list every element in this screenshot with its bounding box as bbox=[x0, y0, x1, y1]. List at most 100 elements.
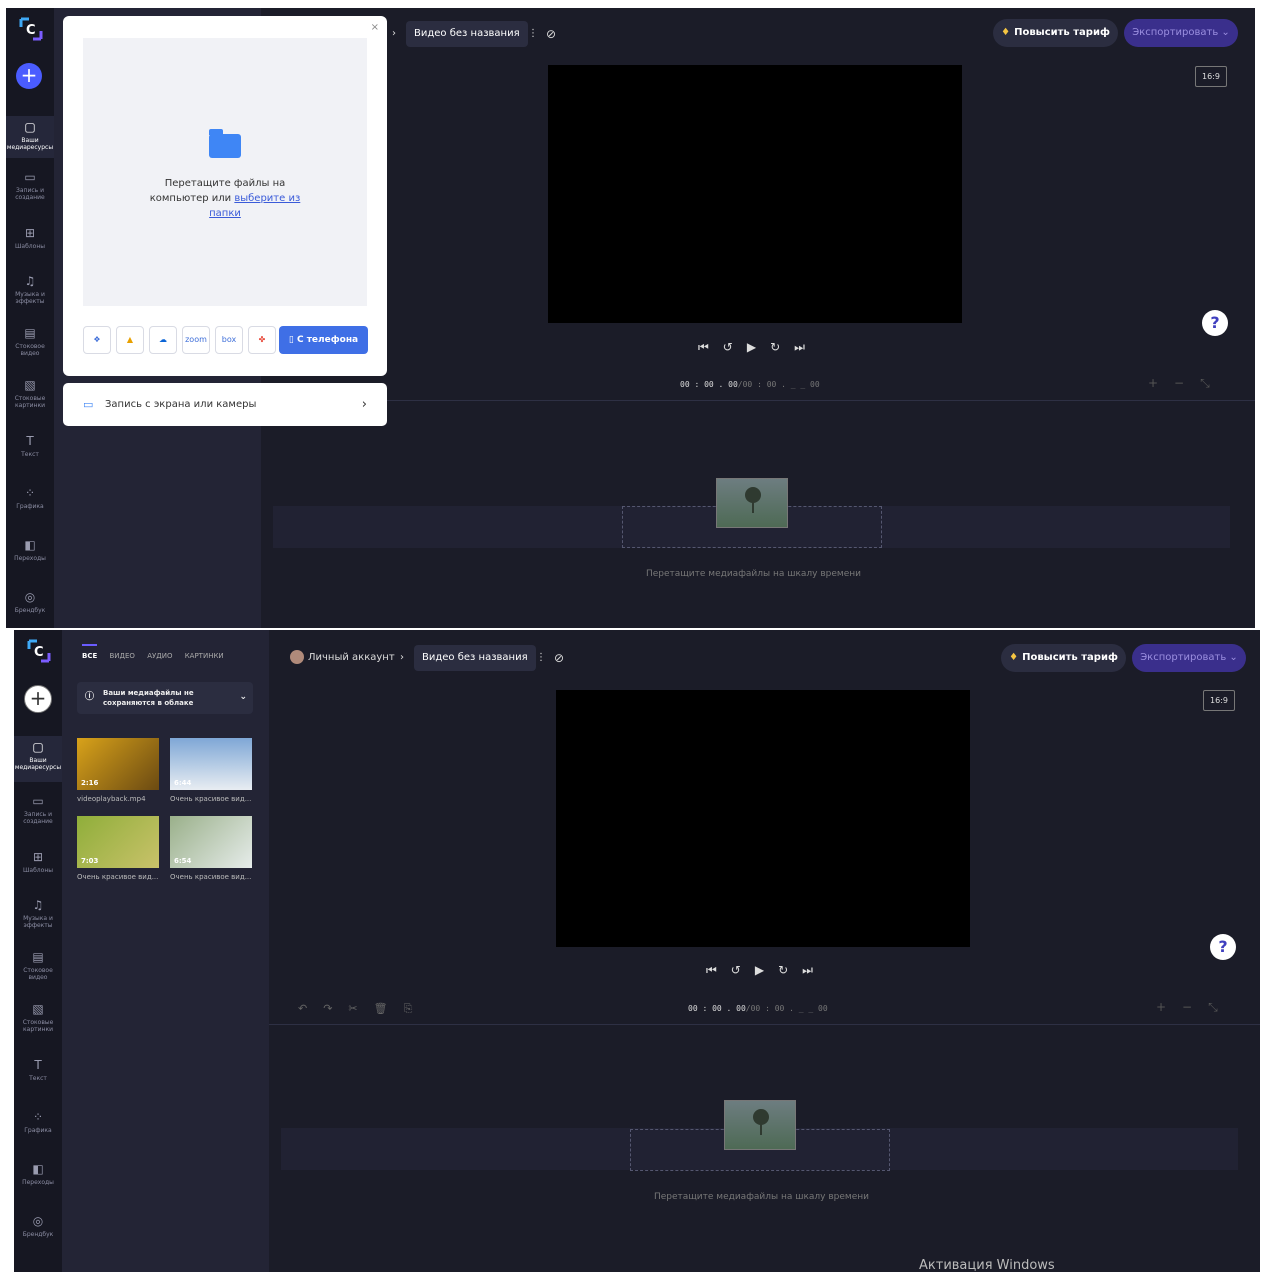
rail-item-templates[interactable]: ⊞ Шаблоны bbox=[6, 226, 54, 250]
screenshot-import-open: C + ▢ Ваши медиаресурсы ▭ Запись и созда… bbox=[6, 8, 1255, 628]
chevron-down-icon: ⌄ bbox=[239, 692, 247, 702]
media-thumbnail: 2:16 bbox=[77, 738, 159, 790]
more-options-icon[interactable]: ⋮ bbox=[528, 21, 538, 47]
rail-item-brand[interactable]: ◎ Брендбук bbox=[14, 1214, 62, 1238]
export-button[interactable]: Экспортировать ⌄ bbox=[1124, 19, 1238, 47]
export-button[interactable]: Экспортировать ⌄ bbox=[1132, 644, 1246, 672]
rail-item-stock-images[interactable]: ▧ Стоковые картинки bbox=[14, 1002, 62, 1033]
rail-item-music[interactable]: ♫ Музыка и эффекты bbox=[6, 274, 54, 305]
rail-item-text[interactable]: T Текст bbox=[6, 434, 54, 458]
media-item[interactable]: 2:16 videoplayback.mp4 bbox=[77, 738, 159, 803]
clipchamp-logo: C bbox=[27, 639, 51, 663]
media-item[interactable]: 6:54 Очень красивое вид... bbox=[170, 816, 252, 881]
drop-hint: Перетащите медиафайлы на шкалу времени bbox=[646, 569, 861, 579]
more-options-icon[interactable]: ⋮ bbox=[536, 645, 546, 671]
cloud-off-icon[interactable]: ⊘ bbox=[554, 645, 564, 671]
timecode: 00 : 00 . 00/00 : 00 . _ _ 00 bbox=[680, 380, 820, 389]
file-dropzone[interactable]: Перетащите файлы на компьютер или выбери… bbox=[83, 38, 367, 306]
rail-item-brand[interactable]: ◎ Брендбук bbox=[6, 590, 54, 614]
folder-icon bbox=[209, 129, 241, 158]
avatar bbox=[290, 650, 304, 664]
aspect-ratio-button[interactable]: 16:9 bbox=[1203, 690, 1235, 711]
left-rail: C + ▢ Ваши медиаресурсы ▭ Запись и созда… bbox=[14, 630, 62, 1272]
rail-item-text[interactable]: T Текст bbox=[14, 1058, 62, 1082]
rail-item-media[interactable]: ▢ Ваши медиаресурсы bbox=[6, 116, 54, 158]
media-panel bbox=[62, 630, 269, 1272]
media-thumbnail: 6:44 bbox=[170, 738, 252, 790]
timeline-zoom-controls[interactable]: +−⤡ bbox=[1148, 376, 1226, 391]
film-icon: ▤ bbox=[24, 326, 36, 340]
video-preview bbox=[556, 690, 970, 947]
rail-item-record[interactable]: ▭ Запись и создание bbox=[14, 794, 62, 825]
timeline-zoom-controls[interactable]: +−⤡ bbox=[1156, 1000, 1234, 1015]
timecode: 00 : 00 . 00/00 : 00 . _ _ 00 bbox=[688, 1004, 828, 1013]
upgrade-button[interactable]: ♦ Повысить тариф bbox=[1001, 644, 1126, 672]
screenshot-media-loaded: C + ▢ Ваши медиаресурсы ▭ Запись и созда… bbox=[14, 630, 1260, 1272]
dragged-thumbnail[interactable] bbox=[724, 1100, 796, 1150]
chevron-right-icon: › bbox=[361, 397, 367, 412]
rail-item-stock-video[interactable]: ▤ Стоковое видео bbox=[6, 326, 54, 357]
rail-item-transitions[interactable]: ◧ Переходы bbox=[6, 538, 54, 562]
image-icon: ▧ bbox=[32, 1002, 44, 1016]
help-button[interactable]: ? bbox=[1210, 934, 1236, 960]
tab-all[interactable]: ВСЕ bbox=[82, 644, 98, 663]
rail-item-stock-video[interactable]: ▤ Стоковое видео bbox=[14, 950, 62, 981]
rail-item-media[interactable]: ▢ Ваши медиаресурсы bbox=[14, 736, 62, 782]
project-title[interactable]: Видео без названия bbox=[414, 645, 536, 671]
timeline-divider bbox=[261, 400, 1255, 401]
google-photos-icon[interactable]: ✤ bbox=[248, 326, 276, 354]
tab-video[interactable]: ВИДЕО bbox=[110, 652, 135, 663]
film-icon: ▤ bbox=[32, 950, 44, 964]
music-icon: ♫ bbox=[32, 898, 44, 912]
zoom-icon[interactable]: zoom bbox=[182, 326, 210, 354]
media-item[interactable]: 6:44 Очень красивое вид... bbox=[170, 738, 252, 803]
account-breadcrumb[interactable]: Личный аккаунт bbox=[290, 650, 395, 664]
rail-item-templates[interactable]: ⊞ Шаблоны bbox=[14, 850, 62, 874]
tab-images[interactable]: КАРТИНКИ bbox=[185, 652, 224, 663]
dropbox-icon[interactable]: ❖ bbox=[83, 326, 111, 354]
gem-icon: ♦ bbox=[1009, 652, 1019, 663]
rail-item-stock-images[interactable]: ▧ Стоковые картинки bbox=[6, 378, 54, 409]
import-popup: × Перетащите файлы на компьютер или выбе… bbox=[63, 16, 387, 376]
media-thumbnail: 6:54 bbox=[170, 816, 252, 868]
add-media-button[interactable]: + bbox=[24, 685, 52, 713]
record-screen-camera[interactable]: ▭ Запись с экрана или камеры › bbox=[63, 383, 387, 426]
templates-icon: ⊞ bbox=[24, 226, 36, 240]
folder-icon: ▢ bbox=[32, 740, 44, 754]
onedrive-icon[interactable]: ☁ bbox=[149, 326, 177, 354]
transitions-icon: ◧ bbox=[24, 538, 36, 552]
camera-icon: ▭ bbox=[32, 794, 44, 808]
timeline-divider bbox=[269, 1024, 1260, 1025]
rail-item-transitions[interactable]: ◧ Переходы bbox=[14, 1162, 62, 1186]
media-item[interactable]: 7:03 Очень красивое вид... bbox=[77, 816, 159, 881]
from-phone-button[interactable]: ▯ С телефона bbox=[279, 326, 368, 354]
cloud-services: ❖ ▲ ☁ zoom box ✤ ▯ С телефона bbox=[83, 326, 373, 354]
timeline-edit-tools[interactable]: ↶↷✂🗑⎘ bbox=[298, 1002, 428, 1016]
close-icon[interactable]: × bbox=[371, 22, 379, 33]
rail-item-graphics[interactable]: ⁘ Графика bbox=[14, 1110, 62, 1134]
clipchamp-logo: C bbox=[19, 17, 43, 41]
playback-controls[interactable]: ⏮↺▶↻⏭ bbox=[706, 963, 827, 978]
box-icon[interactable]: box bbox=[215, 326, 243, 354]
cloud-notice[interactable]: ⓘ Ваши медиафайлы не сохраняются в облак… bbox=[77, 682, 253, 714]
camera-icon: ▭ bbox=[24, 170, 36, 184]
rail-item-graphics[interactable]: ⁘ Графика bbox=[6, 486, 54, 510]
project-title[interactable]: Видео без названия bbox=[406, 21, 528, 47]
help-button[interactable]: ? bbox=[1202, 310, 1228, 336]
svg-text:C: C bbox=[34, 645, 44, 660]
google-drive-icon[interactable]: ▲ bbox=[116, 326, 144, 354]
playback-controls[interactable]: ⏮↺▶↻⏭ bbox=[698, 340, 819, 355]
rail-item-record[interactable]: ▭ Запись и создание bbox=[6, 170, 54, 201]
upgrade-button[interactable]: ♦ Повысить тариф bbox=[993, 19, 1118, 47]
tab-audio[interactable]: АУДИО bbox=[147, 652, 172, 663]
rail-item-music[interactable]: ♫ Музыка и эффекты bbox=[14, 898, 62, 929]
cloud-off-icon[interactable]: ⊘ bbox=[546, 21, 556, 47]
templates-icon: ⊞ bbox=[32, 850, 44, 864]
breadcrumb-separator: › bbox=[400, 652, 404, 663]
camera-icon: ▭ bbox=[83, 398, 94, 411]
aspect-ratio-button[interactable]: 16:9 bbox=[1195, 66, 1227, 87]
add-media-button[interactable]: + bbox=[16, 63, 42, 89]
windows-activation-watermark: Активация Windows bbox=[919, 1258, 1055, 1272]
gem-icon: ♦ bbox=[1001, 27, 1011, 38]
dragged-thumbnail[interactable] bbox=[716, 478, 788, 528]
